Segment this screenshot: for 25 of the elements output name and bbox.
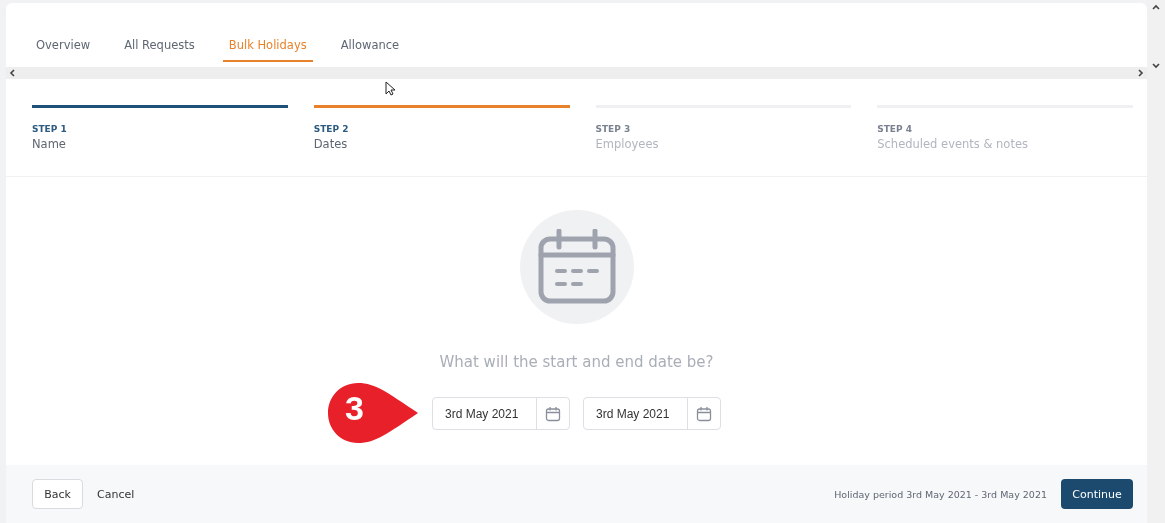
tab[interactable]: Overview xyxy=(30,33,97,62)
calendar-icon[interactable] xyxy=(545,405,561,422)
step-label: STEP 3 xyxy=(595,124,632,134)
date-field[interactable]: 3rd May 2021 xyxy=(432,397,570,430)
step-name: Employees xyxy=(595,137,660,151)
step-name: Dates xyxy=(313,137,349,151)
calendar-icon[interactable] xyxy=(696,405,712,422)
step-label: STEP 2 xyxy=(313,124,350,134)
tab[interactable]: Allowance xyxy=(334,33,406,62)
scroll-up-icon[interactable] xyxy=(1152,4,1160,10)
step-label: STEP 1 xyxy=(32,124,68,134)
tab[interactable]: All Requests xyxy=(118,33,201,62)
scroll-right-icon[interactable] xyxy=(1138,69,1144,77)
cancel-link[interactable]: Cancel xyxy=(97,487,135,501)
question-text: What will the start and end date be? xyxy=(439,353,714,371)
step-name: Name xyxy=(32,137,67,151)
holiday-period-text: Holiday period 3rd May 2021 - 3rd May 2021 xyxy=(834,488,1047,500)
continue-button[interactable]: Continue xyxy=(1061,479,1133,509)
date-field[interactable]: 3rd May 2021 xyxy=(583,397,721,430)
scroll-left-icon[interactable] xyxy=(9,69,15,77)
back-button[interactable]: Back xyxy=(32,479,83,509)
mouse-cursor-icon xyxy=(385,81,396,96)
step-name: Scheduled events & notes xyxy=(877,137,1029,151)
scroll-down-icon[interactable] xyxy=(1152,63,1160,69)
step-label: STEP 4 xyxy=(877,124,913,134)
